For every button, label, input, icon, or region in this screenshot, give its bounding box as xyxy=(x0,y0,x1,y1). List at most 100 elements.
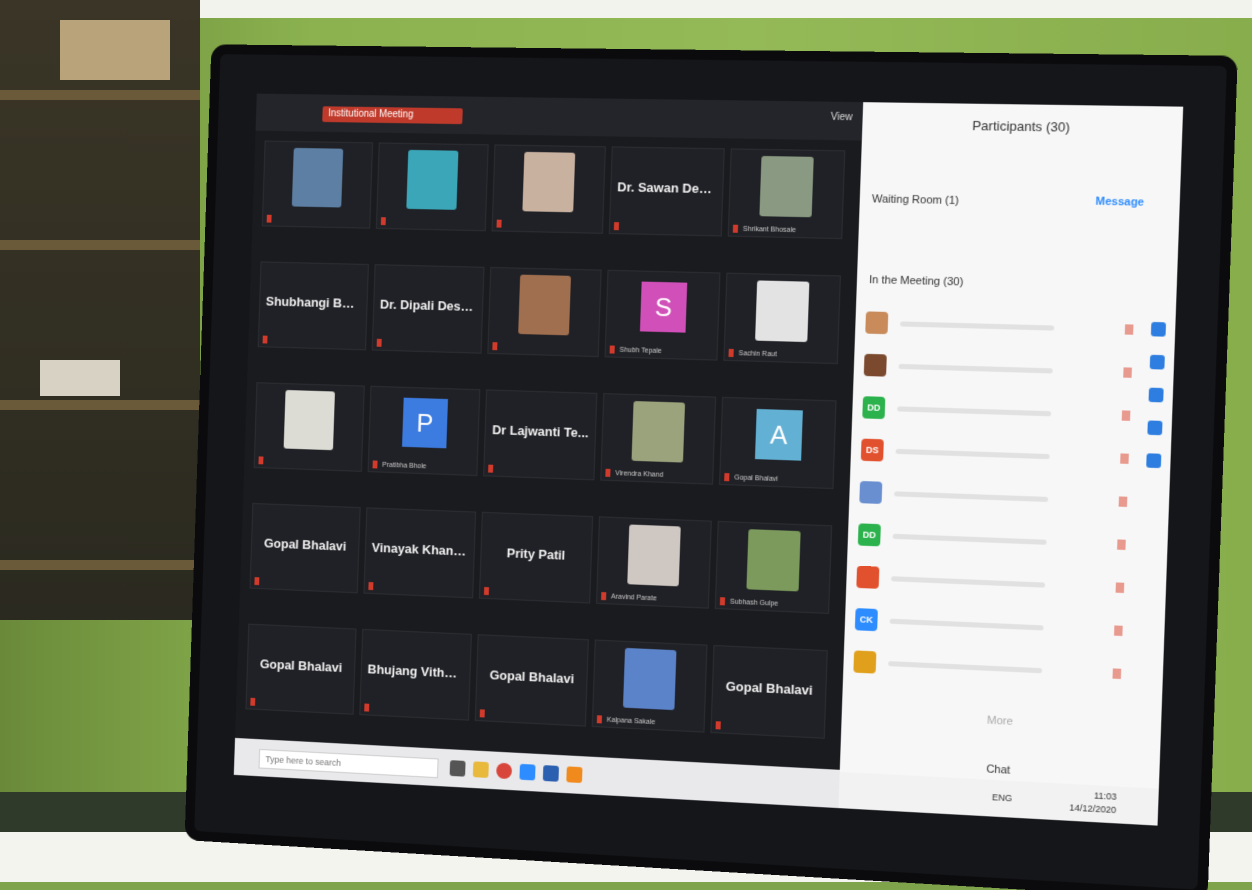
task-view-icon[interactable] xyxy=(450,760,466,777)
muted-mic-icon xyxy=(497,220,502,228)
participant-row[interactable] xyxy=(864,352,1133,388)
video-tile[interactable]: Bhujang Vithalr... xyxy=(359,629,472,721)
undo-icon[interactable] xyxy=(1147,420,1162,435)
participant-avatar: CK xyxy=(855,608,878,631)
tv-monitor: Institutional Meeting View Dr. Sawan Des… xyxy=(194,54,1227,889)
video-tile[interactable]: Gopal Bhalavi xyxy=(475,634,589,726)
participant-name-blurred xyxy=(897,406,1051,416)
participant-row[interactable] xyxy=(865,309,1134,345)
home-icon[interactable] xyxy=(1149,388,1164,403)
video-tile[interactable] xyxy=(262,141,373,229)
video-tile[interactable]: Virendra Khand xyxy=(600,393,716,485)
language-indicator[interactable]: ENG xyxy=(992,792,1012,803)
message-button[interactable]: Message xyxy=(1095,196,1144,209)
mic-icon[interactable] xyxy=(1114,625,1123,636)
video-tile[interactable]: Dr. Sawan Desh... xyxy=(609,146,725,236)
participant-row[interactable] xyxy=(856,564,1124,604)
clock[interactable]: 11:03 14/12/2020 xyxy=(1069,788,1117,817)
clock-date: 14/12/2020 xyxy=(1069,801,1116,817)
muted-mic-icon xyxy=(728,349,733,357)
video-tile[interactable]: Vinayak Khand... xyxy=(363,507,476,598)
video-tile[interactable]: S Shubh Tepale xyxy=(605,270,721,361)
video-tile[interactable]: Prity Patil xyxy=(479,512,593,604)
muted-mic-icon xyxy=(484,587,489,595)
view-button[interactable]: View xyxy=(831,112,853,123)
wooden-shelf xyxy=(0,0,200,620)
participant-video xyxy=(759,156,813,217)
more-button[interactable]: More xyxy=(842,707,1162,735)
muted-mic-icon xyxy=(250,698,255,706)
mic-icon[interactable] xyxy=(1123,367,1132,377)
video-tile[interactable] xyxy=(254,382,365,472)
participant-name-blurred xyxy=(893,534,1047,545)
video-tile[interactable]: Gopal Bhalavi xyxy=(710,645,827,739)
participant-avatar: A xyxy=(755,409,803,461)
participant-avatar xyxy=(859,481,882,504)
waiting-room-label: Waiting Room (1) xyxy=(872,193,959,207)
participant-name: Gopal Bhalavi xyxy=(257,535,352,554)
video-tile[interactable] xyxy=(492,144,606,233)
mic-icon[interactable] xyxy=(1112,668,1121,679)
video-tile[interactable]: Shrikant Bhosale xyxy=(728,148,846,239)
video-tile[interactable]: Gopal Bhalavi xyxy=(250,503,361,593)
muted-mic-icon xyxy=(597,715,602,723)
participant-row[interactable] xyxy=(853,648,1121,689)
muted-mic-icon xyxy=(724,473,729,481)
muted-mic-icon xyxy=(263,336,268,344)
participant-avatar xyxy=(865,311,888,334)
muted-mic-icon xyxy=(368,582,373,590)
muted-mic-icon xyxy=(381,217,386,225)
video-tile[interactable]: Dr Lajwanti Te... xyxy=(483,389,597,480)
video-tile[interactable]: A Gopal Bhalavi xyxy=(719,397,836,489)
mic-icon[interactable] xyxy=(1119,496,1128,507)
participant-row[interactable]: DD xyxy=(858,521,1126,560)
participant-label: Pratibha Bhole xyxy=(382,462,426,470)
mic-icon[interactable] xyxy=(1117,539,1126,550)
mic-icon[interactable] xyxy=(1122,410,1131,421)
video-tile[interactable] xyxy=(487,267,601,357)
participant-row[interactable] xyxy=(859,479,1127,517)
taskbar-search[interactable]: Type here to search xyxy=(259,749,439,778)
muted-mic-icon xyxy=(267,215,272,223)
participant-avatar: DS xyxy=(861,439,884,462)
muted-mic-icon xyxy=(614,222,619,230)
in-meeting-label: In the Meeting (30) xyxy=(869,274,964,288)
participant-name-blurred xyxy=(891,576,1045,587)
video-tile[interactable] xyxy=(376,142,489,231)
chrome-icon[interactable] xyxy=(496,763,512,780)
mic-icon[interactable] xyxy=(1116,582,1125,593)
video-tile[interactable]: Dr. Dipali Desh... xyxy=(372,264,485,354)
video-tile[interactable]: Subhash Gulpe xyxy=(715,521,832,614)
muted-mic-icon xyxy=(373,460,378,468)
video-tile[interactable]: Kalpana Sakale xyxy=(592,640,708,733)
zoom-icon[interactable] xyxy=(519,764,535,781)
participant-label: Virendra Khand xyxy=(615,470,663,479)
video-tile[interactable]: Aravind Parate xyxy=(596,516,712,608)
mic-icon[interactable] xyxy=(1125,324,1134,334)
participant-name: Gopal Bhalavi xyxy=(719,678,820,698)
muted-mic-icon xyxy=(716,721,721,729)
muted-mic-icon xyxy=(488,465,493,473)
file-explorer-icon[interactable] xyxy=(473,761,489,778)
video-tile[interactable]: Shubhangi Bha... xyxy=(258,261,369,350)
video-tile[interactable]: P Pratibha Bhole xyxy=(368,386,481,476)
participant-name-blurred xyxy=(890,619,1044,631)
participant-label: Subhash Gulpe xyxy=(730,599,779,608)
cloud-icon[interactable] xyxy=(1151,322,1166,337)
participant-name: Dr Lajwanti Te... xyxy=(491,422,589,440)
participant-label: Shubh Tepale xyxy=(619,347,661,355)
participant-row[interactable]: CK xyxy=(855,606,1123,646)
pen-icon[interactable] xyxy=(1150,355,1165,370)
video-tile[interactable]: Gopal Bhalavi xyxy=(245,624,356,715)
participant-video xyxy=(406,150,458,210)
participant-row[interactable]: DS xyxy=(861,437,1130,475)
vlc-icon[interactable] xyxy=(566,766,582,783)
screen-icon[interactable] xyxy=(1146,453,1161,468)
participant-name: Gopal Bhalavi xyxy=(483,667,581,687)
mic-icon[interactable] xyxy=(1120,453,1129,464)
participant-row[interactable]: DD xyxy=(862,394,1131,431)
meeting-title-tab[interactable]: Institutional Meeting xyxy=(322,106,463,124)
video-tile[interactable]: Sachin Raut xyxy=(723,273,841,364)
participant-label: Gopal Bhalavi xyxy=(734,474,778,483)
word-icon[interactable] xyxy=(543,765,559,782)
